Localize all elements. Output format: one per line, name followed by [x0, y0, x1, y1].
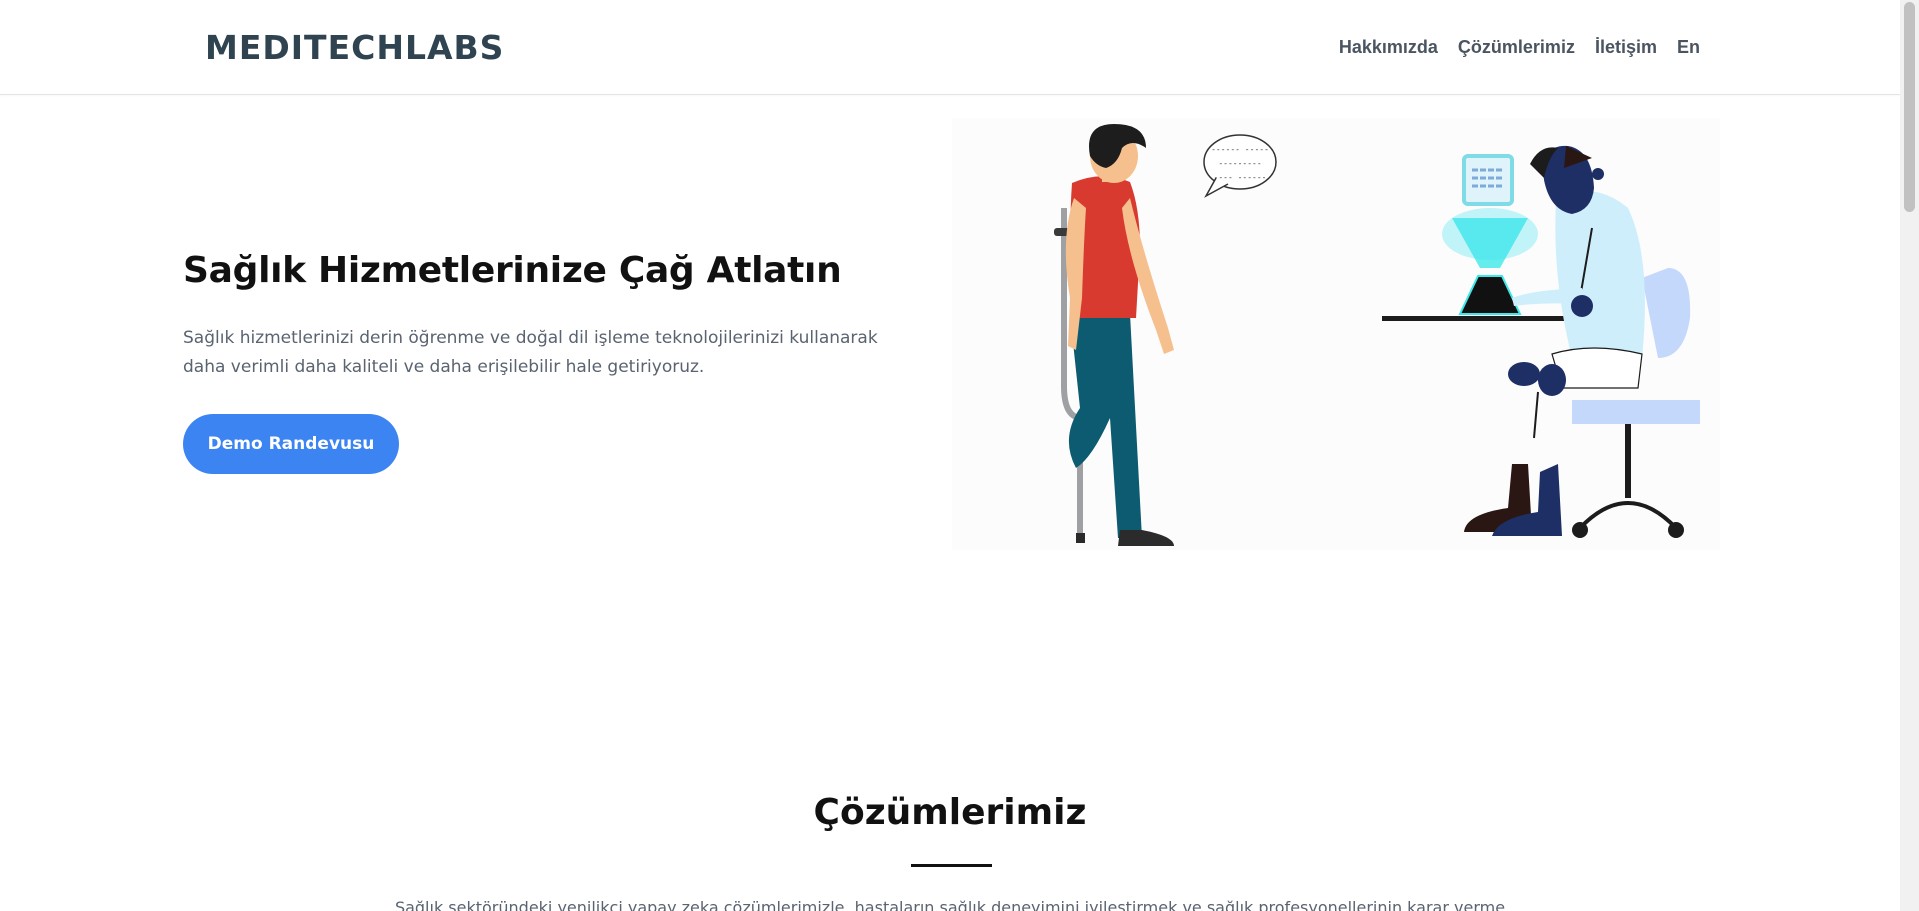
nav-link-language[interactable]: En: [1677, 37, 1700, 58]
nav-link-solutions[interactable]: Çözümlerimiz: [1458, 37, 1575, 58]
nav-link-about[interactable]: Hakkımızda: [1339, 37, 1438, 58]
bubble-line-3: ---- ------: [1214, 173, 1267, 182]
site-header: MEDITECHLABS Hakkımızda Çözümlerimiz İle…: [0, 0, 1900, 95]
hero-description: Sağlık hizmetlerinizi derin öğrenme ve d…: [183, 328, 878, 377]
hero-illustration-svg: ------ ----- --------- ---- ------: [1054, 124, 1700, 546]
bubble-line-1: ------ -----: [1211, 145, 1269, 154]
page-scrollbar[interactable]: [1900, 0, 1919, 911]
solutions-title: Çözümlerimiz: [813, 792, 1087, 833]
solutions-title-divider: [911, 864, 992, 867]
bubble-line-2: ---------: [1218, 159, 1261, 168]
nav-link-contact[interactable]: İletişim: [1595, 37, 1657, 58]
robot-figure: [1382, 145, 1700, 538]
page: MEDITECHLABS Hakkımızda Çözümlerimiz İle…: [0, 0, 1919, 911]
demo-appointment-button[interactable]: Demo Randevusu: [183, 414, 399, 474]
site-logo[interactable]: MEDITECHLABS: [205, 28, 504, 67]
solutions-subtitle: Sağlık sektöründeki yenilikçi yapay zeka…: [394, 898, 1506, 911]
main-nav: Hakkımızda Çözümlerimiz İletişim En: [1339, 37, 1700, 58]
hero-title: Sağlık Hizmetlerinize Çağ Atlatın: [183, 250, 842, 291]
hero-illustration: ------ ----- --------- ---- ------: [952, 118, 1720, 550]
scrollbar-thumb[interactable]: [1904, 2, 1915, 212]
patient-figure: ------ ----- --------- ---- ------: [1054, 124, 1277, 546]
